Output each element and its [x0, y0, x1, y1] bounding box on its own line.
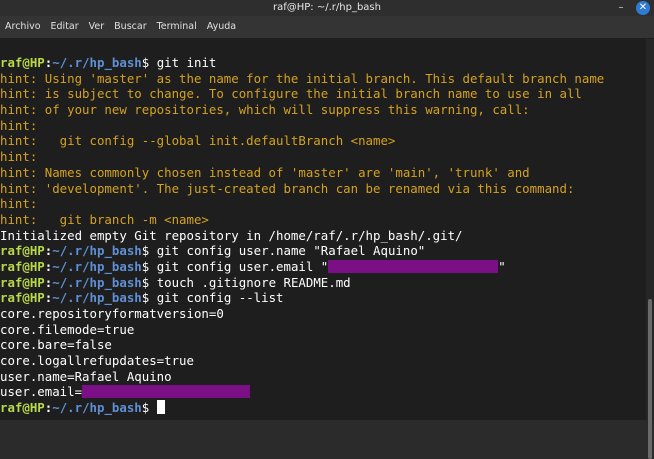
minimize-icon[interactable]: –: [614, 1, 628, 15]
prompt-user: raf@HP: [0, 290, 45, 306]
terminal-window: raf@HP: ~/.r/hp_bash – ✕ Archivo Editar …: [0, 0, 654, 459]
output-line: Initialized empty Git repository in /hom…: [0, 227, 463, 243]
menu-terminal[interactable]: Terminal: [152, 16, 202, 38]
window-title: raf@HP: ~/.r/hp_bash: [273, 2, 381, 13]
output-line: user.name=Rafael Aquino: [0, 368, 172, 384]
prompt-line: raf@HP:~/.r/hp_bash$: [0, 400, 646, 416]
command-text: git config --list: [156, 290, 284, 306]
redacted-email: [82, 385, 251, 399]
prompt-user: raf@HP: [0, 258, 45, 274]
hint-line: hint:: [0, 196, 38, 212]
prompt-dollar: $: [141, 400, 157, 416]
prompt-user: raf@HP: [0, 55, 45, 70]
prompt-path: ~/.r/hp_bash: [52, 274, 142, 290]
menu-bar: Archivo Editar Ver Buscar Terminal Ayuda: [0, 16, 654, 39]
hint-line: hint: git branch -m <name>: [0, 211, 209, 227]
terminal-output[interactable]: raf@HP:~/.r/hp_bash$ git init hint: Using…: [0, 39, 646, 420]
output-line: core.filemode=true: [0, 321, 135, 337]
title-bar: raf@HP: ~/.r/hp_bash – ✕: [0, 0, 654, 16]
prompt-path: ~/.r/hp_bash: [52, 243, 142, 259]
menu-editar[interactable]: Editar: [46, 16, 84, 38]
text-cursor: [156, 400, 165, 415]
prompt-path: ~/.r/hp_bash: [52, 400, 142, 416]
menu-ver[interactable]: Ver: [84, 16, 110, 38]
output-line: core.repositoryformatversion=0: [0, 306, 224, 321]
window-controls: – ✕: [614, 1, 650, 15]
prompt-path: ~/.r/hp_bash: [52, 290, 142, 306]
hint-line: hint:: [0, 149, 38, 165]
output-line: core.bare=false: [0, 337, 112, 353]
command-text: git config user.name "Rafael Aquino": [156, 243, 426, 259]
prompt-user: raf@HP: [0, 243, 45, 259]
hint-line: hint: git config --global init.defaultBr…: [0, 133, 396, 149]
output-email-label: user.email=: [0, 384, 83, 400]
output-line: user.email=: [0, 384, 646, 400]
close-icon[interactable]: ✕: [636, 1, 650, 15]
prompt-user: raf@HP: [0, 274, 45, 290]
prompt-dollar: $: [141, 258, 157, 274]
command-text: git init: [156, 55, 217, 70]
menu-ayuda[interactable]: Ayuda: [202, 16, 241, 38]
prompt-line: raf@HP:~/.r/hp_bash$ git config user.ema…: [0, 259, 646, 275]
prompt-path: ~/.r/hp_bash: [52, 258, 142, 274]
prompt-dollar: $: [141, 274, 157, 290]
command-text: git config user.email ": [156, 258, 329, 274]
menu-buscar[interactable]: Buscar: [109, 16, 151, 38]
hint-line: hint: is subject to change. To configure…: [0, 86, 582, 102]
prompt-line: raf@HP:~/.r/hp_bash$ git config user.nam…: [0, 243, 646, 259]
prompt-path: ~/.r/hp_bash: [52, 55, 142, 70]
hint-line: hint: Names commonly chosen instead of '…: [0, 164, 530, 180]
menu-archivo[interactable]: Archivo: [0, 16, 46, 38]
output-line: core.logallrefupdates=true: [0, 353, 194, 369]
prompt-user: raf@HP: [0, 400, 45, 416]
prompt-dollar: $: [141, 55, 157, 70]
hint-line: hint: of your new repositories, which wi…: [0, 102, 530, 118]
hint-line: hint:: [0, 117, 38, 133]
command-text: touch .gitignore README.md: [156, 274, 351, 290]
prompt-line: raf@HP:~/.r/hp_bash$ git config --list: [0, 290, 646, 306]
redacted-email: [328, 259, 499, 273]
prompt-dollar: $: [141, 290, 157, 306]
command-text-end: ": [498, 258, 506, 274]
hint-line: hint: 'development'. The just-created br…: [0, 180, 575, 196]
prompt-line: raf@HP:~/.r/hp_bash$ touch .gitignore RE…: [0, 275, 646, 291]
hint-line: hint: Using 'master' as the name for the…: [0, 70, 605, 86]
prompt-line: raf@HP:~/.r/hp_bash$ git init: [0, 55, 646, 71]
scrollbar-thumb[interactable]: [648, 299, 652, 459]
prompt-dollar: $: [141, 243, 157, 259]
scrollbar[interactable]: [646, 39, 654, 459]
